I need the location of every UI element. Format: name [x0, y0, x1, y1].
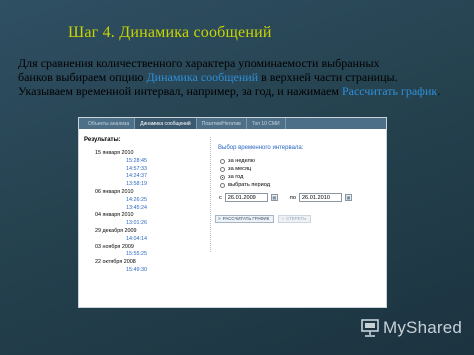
radio-button[interactable]: [220, 158, 225, 164]
list-item-date: 03 ноября 2009: [95, 243, 134, 250]
reset-button[interactable]: » СТЕРЕТЬ: [278, 215, 312, 223]
radio-year[interactable]: за год: [220, 173, 380, 181]
logo-text: MyShared: [383, 318, 463, 337]
date-from-field[interactable]: 26.01.2009: [224, 193, 268, 202]
calc-link-mention: Рассчитать график: [341, 84, 438, 98]
radio-label: выбрать период: [228, 182, 270, 188]
to-label: по: [289, 194, 296, 201]
calculate-chart-button[interactable]: » РАССЧИТАТЬ ГРАФИК: [215, 215, 275, 223]
interval-title: Выбор временного интервала:: [218, 145, 304, 151]
tab-bar: Объекты анализа Динамика сообщений Позит…: [79, 118, 386, 129]
line-3-end: .: [437, 84, 441, 98]
list-item-time-link[interactable]: 13:58:19: [82, 181, 200, 189]
line-3-start: Указываем временной интервал, например, …: [18, 84, 342, 98]
date-range: с 26.01.2009 ▦ по 26.01.2010 ▦: [219, 193, 380, 202]
radio-label: за год: [228, 174, 244, 180]
list-item-time-link[interactable]: 13:45:24: [82, 205, 200, 213]
list-item-time-link[interactable]: 14:04:14: [82, 236, 200, 244]
myshared-logo: MyShared: [360, 318, 462, 338]
list-item-date: 22 октября 2008: [95, 259, 136, 266]
presentation-board-icon: [361, 319, 379, 337]
radio-month[interactable]: за месяц: [220, 165, 380, 173]
list-item-date: 29 декабря 2009: [95, 227, 137, 234]
tab-top-media[interactable]: Топ 10 СМИ: [247, 118, 286, 129]
reset-label: СТЕРЕТЬ: [286, 216, 307, 221]
tab-message-dynamics[interactable]: Динамика сообщений: [135, 118, 197, 129]
description-line-2: банков выбираем опцию Динамика сообщений…: [18, 70, 470, 84]
list-item-time-link[interactable]: 14:26:25: [82, 197, 200, 205]
list-item-time-link[interactable]: 13:01:26: [82, 220, 200, 228]
slide-title: Шаг 4. Динамика сообщений: [68, 24, 272, 41]
list-item-time-link[interactable]: 14:24:37: [82, 173, 200, 181]
description-line-1: Для сравнения количественного характера …: [18, 56, 380, 70]
tab-positive-negative[interactable]: Позитив/Негатив: [197, 118, 247, 129]
list-item-time-link[interactable]: 15:55:25: [82, 251, 200, 259]
list-item-date: 15 января 2010: [95, 150, 134, 156]
app-screenshot: Объекты анализа Динамика сообщений Позит…: [78, 117, 387, 308]
interval-radio-group: за неделю за месяц за год выбрать период: [220, 157, 380, 189]
description-line-3: Указываем временной интервал, например, …: [18, 84, 470, 98]
calculate-chart-label: РАССЧИТАТЬ ГРАФИК: [222, 216, 270, 221]
radio-label: за неделю: [228, 158, 255, 164]
calendar-icon[interactable]: ▦: [344, 194, 352, 201]
list-item-time-link[interactable]: 15:28:45: [82, 158, 200, 166]
chevron-right-icon: »: [218, 216, 221, 222]
list-item-time-link[interactable]: 14:57:33: [82, 166, 200, 174]
dynamics-link-mention: Динамика сообщений: [146, 70, 259, 84]
list-item-date: 06 января 2010: [95, 188, 134, 195]
results-title: Результаты:: [84, 137, 121, 143]
results-panel: Результаты: 15 января 2010 15:28:45 14:5…: [82, 137, 200, 275]
interval-panel: Выбор временного интервала: за неделю за…: [210, 137, 380, 252]
action-buttons: » РАССЧИТАТЬ ГРАФИК » СТЕРЕТЬ: [215, 215, 380, 223]
radio-button-checked[interactable]: [220, 174, 225, 180]
line-2-end: в верхней части страницы.: [258, 70, 398, 84]
radio-custom-period[interactable]: выбрать период: [220, 181, 380, 189]
line-2-start: банков выбираем опцию: [18, 70, 147, 84]
list-item-date: 04 января 2010: [95, 212, 134, 219]
slide-description: Для сравнения количественного характера …: [18, 56, 470, 98]
calendar-icon[interactable]: ▦: [270, 194, 278, 201]
chevron-right-icon: »: [281, 216, 285, 222]
radio-week[interactable]: за неделю: [220, 157, 380, 165]
tab-analysis-objects[interactable]: Объекты анализа: [83, 118, 136, 129]
radio-label: за месяц: [228, 166, 252, 172]
radio-button[interactable]: [220, 182, 225, 188]
radio-button[interactable]: [220, 166, 225, 172]
date-to-field[interactable]: 26.01.2010: [298, 193, 342, 202]
list-item-time-link[interactable]: 15:49:30: [82, 267, 200, 275]
from-label: с: [219, 194, 222, 201]
results-list: 15 января 2010 15:28:45 14:57:33 14:24:3…: [82, 150, 200, 275]
